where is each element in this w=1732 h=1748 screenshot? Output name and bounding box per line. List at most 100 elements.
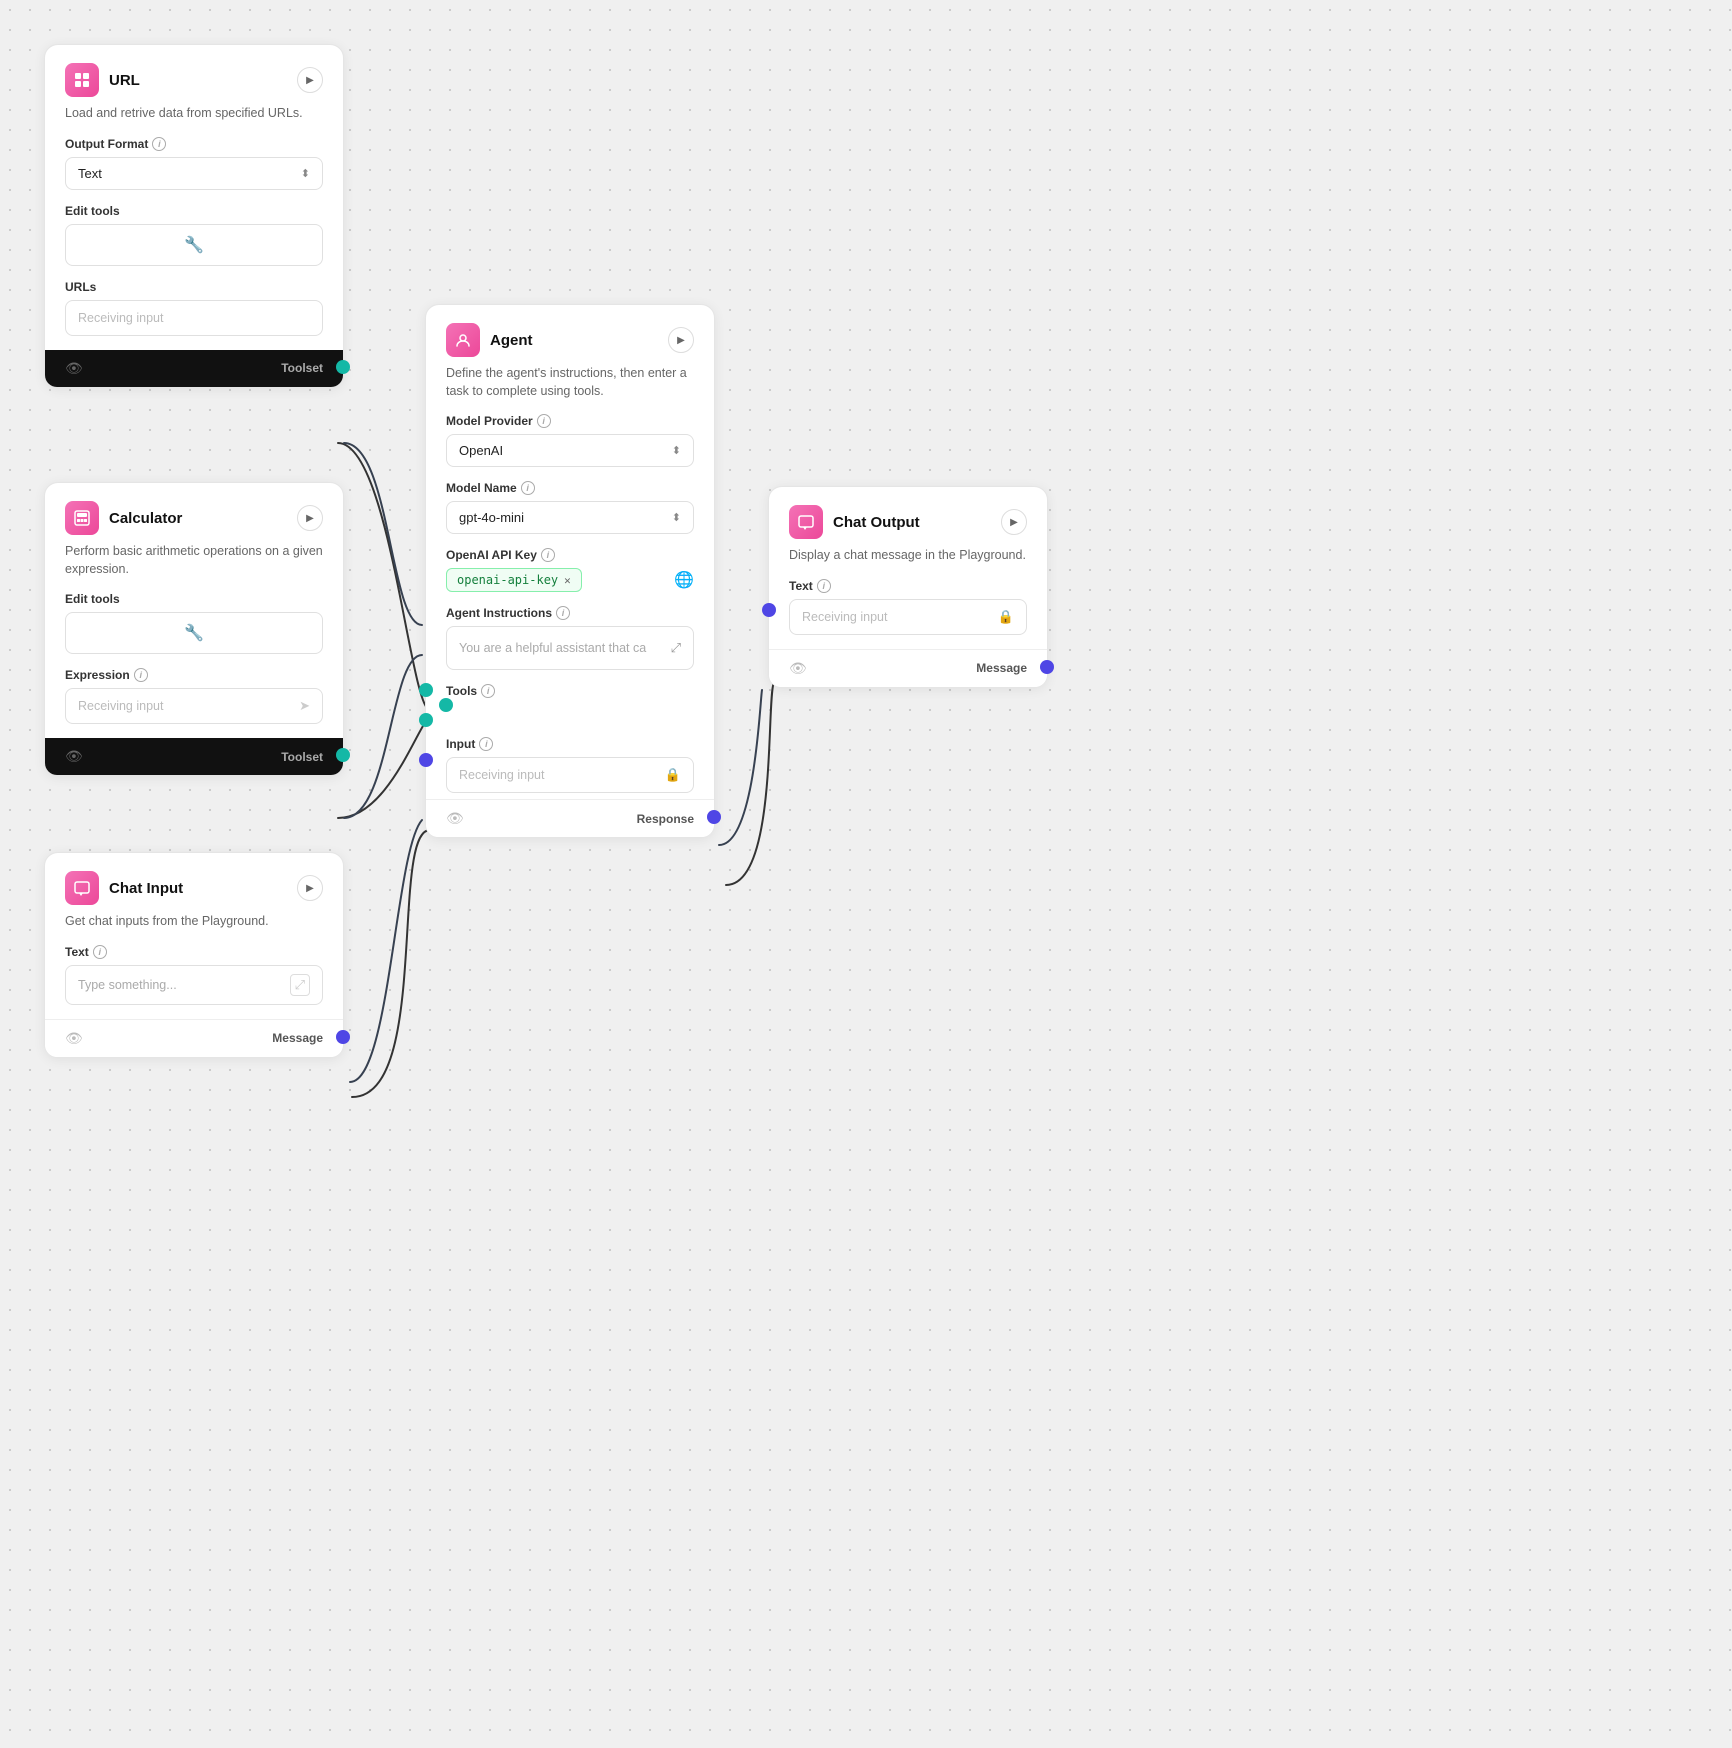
url-output-dot [336, 360, 350, 374]
api-key-badge: openai-api-key ✕ [446, 568, 582, 592]
model-provider-arrows-icon: ⬍ [672, 444, 681, 457]
input-info-icon: i [479, 737, 493, 751]
agent-play-button[interactable]: ▶ [668, 327, 694, 353]
api-key-remove-button[interactable]: ✕ [564, 574, 571, 587]
eye-icon-chat-input: 👁 [65, 1030, 83, 1047]
agent-description: Define the agent's instructions, then en… [446, 365, 694, 400]
chat-input-text-field[interactable]: Type something... ⤢ [65, 965, 323, 1005]
urls-input[interactable]: Receiving input [65, 300, 323, 336]
chat-output-icon [789, 505, 823, 539]
url-footer: 👁 Toolset [45, 350, 343, 387]
chat-input-output-dot [336, 1030, 350, 1044]
agent-card-header: Agent ▶ [446, 323, 694, 357]
model-name-value: gpt-4o-mini [459, 510, 524, 525]
input-label: Input i [446, 737, 694, 751]
calculator-icon [65, 501, 99, 535]
agent-instructions-placeholder: You are a helpful assistant that ca [459, 641, 646, 655]
expand-icon-chat-input: ⤢ [290, 974, 310, 996]
chat-output-description: Display a chat message in the Playground… [789, 547, 1027, 565]
model-provider-info-icon: i [537, 414, 551, 428]
chat-input-play-button[interactable]: ▶ [297, 875, 323, 901]
model-name-select[interactable]: gpt-4o-mini ⬍ [446, 501, 694, 534]
calculator-description: Perform basic arithmetic operations on a… [65, 543, 323, 578]
url-description: Load and retrive data from specified URL… [65, 105, 323, 123]
edit-tools-area[interactable]: 🔧 [65, 224, 323, 266]
model-provider-value: OpenAI [459, 443, 503, 458]
edit-tools-label: Edit tools [65, 204, 323, 218]
url-card: URL ▶ Load and retrive data from specifi… [44, 44, 344, 388]
chat-output-footer-label: Message [976, 661, 1027, 675]
agent-icon [446, 323, 480, 357]
chat-input-description: Get chat inputs from the Playground. [65, 913, 323, 931]
chat-input-text-label: Text i [65, 945, 323, 959]
tools-area [446, 704, 694, 723]
expression-label: Expression i [65, 668, 323, 682]
agent-instructions-field[interactable]: You are a helpful assistant that ca ⤢ [446, 626, 694, 670]
calculator-footer: 👁 Toolset [45, 738, 343, 775]
tools-input-dot-1 [439, 698, 453, 712]
chat-output-card: Chat Output ▶ Display a chat message in … [768, 486, 1048, 688]
chat-input-header: Chat Input ▶ [65, 871, 323, 905]
chat-output-output-dot [1040, 660, 1054, 674]
chat-input-footer-label: Message [272, 1031, 323, 1045]
chat-output-footer: 👁 Message [769, 649, 1047, 687]
agent-footer-label: Response [637, 812, 694, 826]
chat-output-text-info-icon: i [817, 579, 831, 593]
calculator-footer-label: Toolset [281, 750, 323, 764]
expression-placeholder: Receiving input [78, 699, 163, 713]
url-card-header: URL ▶ [65, 63, 323, 97]
calc-edit-tools-area[interactable]: 🔧 [65, 612, 323, 654]
url-title: URL [109, 72, 140, 89]
output-format-value: Text [78, 166, 102, 181]
calculator-title: Calculator [109, 510, 182, 527]
url-footer-label: Toolset [281, 361, 323, 375]
agent-output-dot [707, 810, 721, 824]
api-key-label: OpenAI API Key i [446, 548, 694, 562]
chat-input-icon [65, 871, 99, 905]
agent-tools-dot-url [419, 683, 433, 697]
chat-output-play-button[interactable]: ▶ [1001, 509, 1027, 535]
chat-input-card: Chat Input ▶ Get chat inputs from the Pl… [44, 852, 344, 1058]
globe-icon: 🌐 [674, 570, 694, 590]
chat-output-text-field[interactable]: Receiving input 🔒 [789, 599, 1027, 635]
agent-tools-dot-calc [419, 713, 433, 727]
chat-output-title: Chat Output [833, 514, 920, 531]
output-format-select[interactable]: Text ⬍ [65, 157, 323, 190]
chat-output-input-dot [762, 603, 776, 617]
calc-edit-tools-label: Edit tools [65, 592, 323, 606]
urls-placeholder: Receiving input [78, 311, 163, 325]
output-format-info-icon: i [152, 137, 166, 151]
chat-output-header: Chat Output ▶ [789, 505, 1027, 539]
model-provider-label: Model Provider i [446, 414, 694, 428]
lock-icon-agent: 🔒 [665, 767, 681, 783]
chat-input-text-info-icon: i [93, 945, 107, 959]
chat-output-text-label: Text i [789, 579, 1027, 593]
agent-card: Agent ▶ Define the agent's instructions,… [425, 304, 715, 838]
api-key-info-icon: i [541, 548, 555, 562]
tools-info-icon: i [481, 684, 495, 698]
calculator-card: Calculator ▶ Perform basic arithmetic op… [44, 482, 344, 776]
wrench-icon: 🔧 [184, 235, 204, 255]
calculator-play-button[interactable]: ▶ [297, 505, 323, 531]
eye-icon-calc: 👁 [65, 748, 83, 765]
lock-icon-chat-output: 🔒 [998, 609, 1014, 625]
agent-input-dot [419, 753, 433, 767]
calc-wrench-icon: 🔧 [184, 623, 204, 643]
url-play-button[interactable]: ▶ [297, 67, 323, 93]
expression-info-icon: i [134, 668, 148, 682]
chat-input-title: Chat Input [109, 880, 183, 897]
expression-input[interactable]: Receiving input ➤ [65, 688, 323, 724]
eye-icon-agent: 👁 [446, 810, 464, 827]
model-provider-select[interactable]: OpenAI ⬍ [446, 434, 694, 467]
url-icon [65, 63, 99, 97]
calculator-card-header: Calculator ▶ [65, 501, 323, 535]
agent-title: Agent [490, 332, 533, 349]
tools-label: Tools i [446, 684, 694, 698]
eye-icon-url: 👁 [65, 360, 83, 377]
output-format-label: Output Format i [65, 137, 323, 151]
model-name-label: Model Name i [446, 481, 694, 495]
agent-input-field[interactable]: Receiving input 🔒 [446, 757, 694, 793]
model-name-info-icon: i [521, 481, 535, 495]
eye-icon-chat-output: 👁 [789, 660, 807, 677]
api-key-row: openai-api-key ✕ 🌐 [446, 568, 694, 592]
